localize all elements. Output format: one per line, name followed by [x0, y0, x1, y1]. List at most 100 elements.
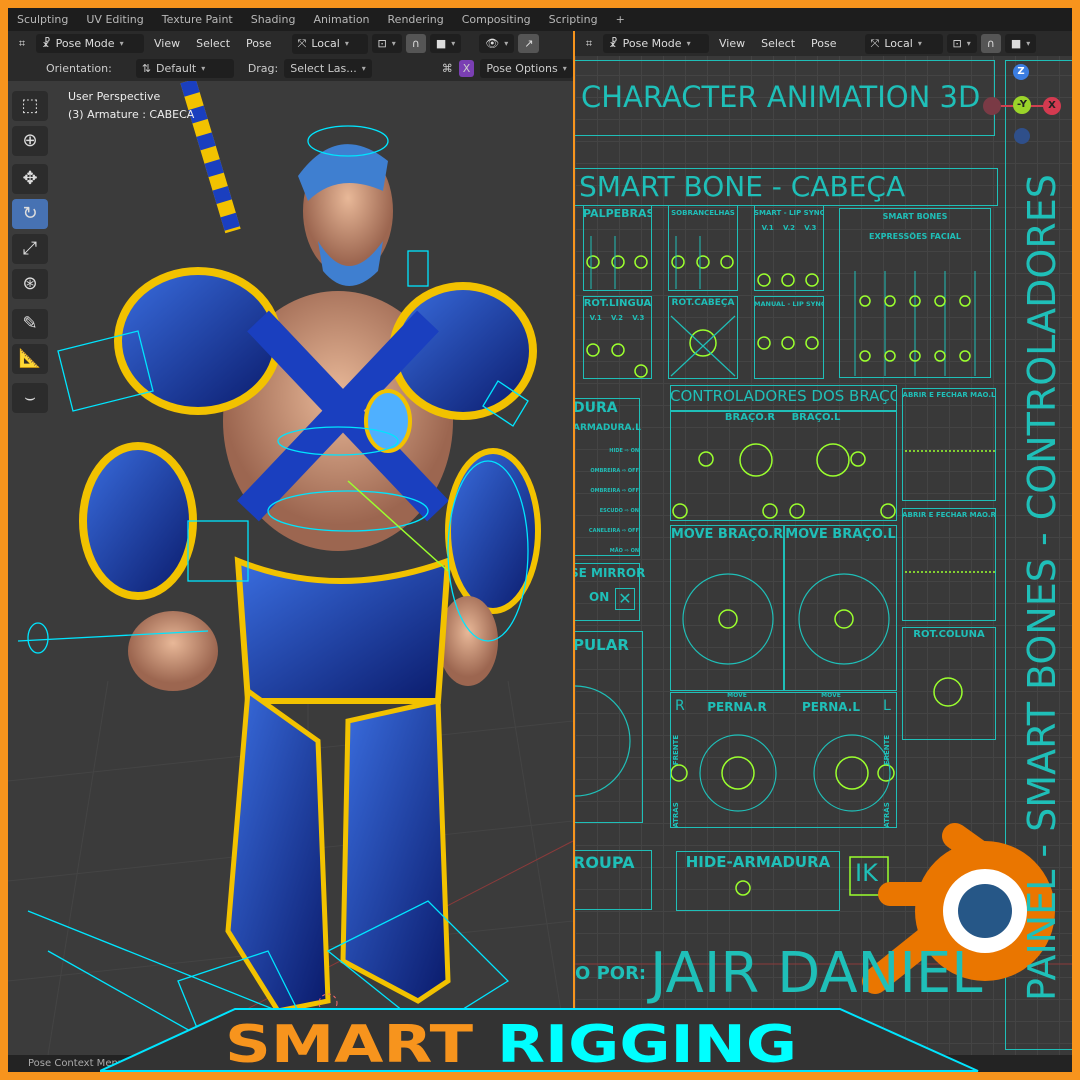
- braco-l-label: BRAÇO.L: [791, 412, 841, 423]
- relax-pose-icon[interactable]: ⌣: [12, 383, 48, 413]
- editor-type-icon[interactable]: ⌗: [579, 37, 599, 51]
- tab-compositing[interactable]: Compositing: [453, 13, 540, 26]
- pivot-dropdown[interactable]: ⊡ ▾: [946, 34, 977, 53]
- pivot-dropdown[interactable]: ⊡ ▾: [371, 34, 402, 53]
- bracos-box[interactable]: [670, 411, 897, 521]
- toggle-item[interactable]: MÃO ⇨ ON: [583, 541, 639, 561]
- roupa-label: ROUPA: [575, 853, 635, 872]
- gizmo-neg-x[interactable]: [983, 97, 1001, 115]
- menu-pose[interactable]: Pose: [805, 37, 842, 50]
- proportional-dropdown[interactable]: ■ ▾: [429, 34, 462, 53]
- panel-title: CHARACTER ANIMATION 3D: [581, 80, 981, 114]
- mode-label: Pose Mode: [55, 37, 115, 50]
- braco-r-label: BRAÇO.R: [724, 412, 776, 423]
- mao-r-box[interactable]: [902, 508, 996, 621]
- mode-dropdown[interactable]: ☧ Pose Mode ▾: [603, 34, 709, 53]
- right-3d-viewport[interactable]: ⌗ ☧ Pose Mode ▾ View Select Pose ⤧ Local ▾ ⊡…: [575, 31, 1072, 1055]
- armadura-l-label: ARMADURA.L: [575, 423, 641, 433]
- pose-icon: ☧: [609, 37, 618, 50]
- menu-select[interactable]: Select: [190, 37, 236, 50]
- rot-coluna-label: ROT.COLUNA: [913, 629, 985, 640]
- workspace-tabs: Sculpting UV Editing Texture Paint Shadi…: [8, 8, 1072, 31]
- menu-pose[interactable]: Pose: [240, 37, 277, 50]
- menu-view[interactable]: View: [713, 37, 751, 50]
- mirror-close-icon[interactable]: ✕: [615, 588, 635, 610]
- tab-uv-editing[interactable]: UV Editing: [77, 13, 152, 26]
- frente-l-label: FRENTE: [883, 734, 892, 766]
- tool-settings-bar: Orientation: ⇅ Default ▾ Drag: Select Las.…: [8, 56, 573, 81]
- credit-label: O POR:: [575, 963, 647, 984]
- gizmo-neg-y[interactable]: -Y: [1013, 96, 1031, 114]
- rotate-icon[interactable]: ↻: [12, 199, 48, 229]
- tab-rendering[interactable]: Rendering: [379, 13, 453, 26]
- gizmo-z[interactable]: Z: [1013, 64, 1029, 80]
- character-body: [79, 81, 541, 1014]
- orientation-dropdown[interactable]: ⇅ Default ▾: [135, 59, 234, 78]
- chevron-down-icon: ▾: [201, 64, 206, 73]
- drag-dropdown[interactable]: Select Las... ▾: [284, 59, 372, 78]
- move-braco-r-box[interactable]: [670, 525, 784, 691]
- pose-options-label: Pose Options: [486, 62, 558, 75]
- cursor-icon[interactable]: ⊕: [12, 126, 48, 156]
- chevron-down-icon: ▾: [361, 64, 366, 73]
- move-perna-r-small: MOVE: [727, 692, 747, 699]
- visibility-dropdown[interactable]: 👁 ▾: [479, 34, 515, 53]
- tab-shading[interactable]: Shading: [242, 13, 305, 26]
- armadura-title: DURA: [575, 400, 618, 416]
- toggle-item[interactable]: OMBREIRA ⇨ OFF: [583, 461, 639, 481]
- transform-label: Local: [311, 37, 340, 50]
- proportional-dropdown[interactable]: ■ ▾: [1004, 34, 1037, 53]
- smart-rigging-banner: SMART RIGGING: [100, 1008, 979, 1073]
- orientation-value: Default: [156, 62, 197, 75]
- frente-r-label: FRENTE: [672, 734, 681, 766]
- pose-options-dropdown[interactable]: Pose Options ▾: [480, 59, 573, 78]
- mode-dropdown[interactable]: ☧ Pose Mode ▾: [36, 34, 144, 53]
- left-3d-viewport[interactable]: ⌗ ☧ Pose Mode ▾ View Select Pose ⤧ Local ▾ ⊡…: [8, 31, 573, 1055]
- gizmo-toggle[interactable]: ↗: [518, 34, 540, 53]
- left-viewport-header: ⌗ ☧ Pose Mode ▾ View Select Pose ⤧ Local ▾ ⊡…: [8, 31, 573, 56]
- gizmo-x[interactable]: X: [1043, 97, 1061, 115]
- pose-icon: ☧: [42, 37, 51, 50]
- banner-word-smart: SMART: [225, 1015, 474, 1073]
- right-viewport-header: ⌗ ☧ Pose Mode ▾ View Select Pose ⤧ Local ▾ ⊡…: [575, 31, 1072, 56]
- snap-toggle[interactable]: ∩: [980, 34, 1001, 53]
- transform-icon[interactable]: ⊛: [12, 269, 48, 299]
- select-box-icon[interactable]: ⬚: [12, 91, 48, 121]
- toggle-item[interactable]: OMBREIRA ⇨ OFF: [583, 481, 639, 501]
- snap-toggle[interactable]: ∩: [405, 34, 426, 53]
- orientation-label: Orientation:: [46, 62, 112, 75]
- atras-r-label: ATRÁS: [671, 802, 680, 828]
- chevron-down-icon: ▾: [562, 64, 567, 73]
- tab-sculpting[interactable]: Sculpting: [8, 13, 77, 26]
- scale-icon[interactable]: ⤢: [12, 234, 48, 264]
- rot-coluna-box[interactable]: [902, 627, 996, 740]
- tab-animation[interactable]: Animation: [304, 13, 378, 26]
- tab-scripting[interactable]: Scripting: [540, 13, 607, 26]
- hide-armadura-label: HIDE-ARMADURA: [685, 853, 831, 871]
- move-perna-l-small: MOVE: [821, 692, 841, 699]
- measure-icon[interactable]: 📐: [12, 344, 48, 374]
- pular-box[interactable]: [575, 631, 643, 823]
- editor-type-icon[interactable]: ⌗: [12, 37, 32, 51]
- transform-pivot-dropdown[interactable]: ⤧ Local ▾: [291, 33, 368, 54]
- add-workspace-button[interactable]: +: [607, 13, 634, 26]
- menu-view[interactable]: View: [148, 37, 186, 50]
- perna-r-label: PERNA.R: [707, 700, 767, 714]
- move-icon[interactable]: ✥: [12, 164, 48, 194]
- mao-l-box[interactable]: [902, 388, 996, 501]
- x-mirror-toggle[interactable]: X: [458, 60, 475, 77]
- banner-word-rigging: RIGGING: [497, 1015, 797, 1073]
- annotate-icon[interactable]: ✎: [12, 309, 48, 339]
- toggle-item[interactable]: CANELEIRA ⇨ OFF: [583, 521, 639, 541]
- move-braco-l-box[interactable]: [784, 525, 897, 691]
- mirror-on-label: ON: [589, 590, 610, 604]
- character-rig-scene[interactable]: [8, 81, 573, 1055]
- menu-select[interactable]: Select: [755, 37, 801, 50]
- chevron-down-icon: ▾: [917, 39, 922, 48]
- tab-texture-paint[interactable]: Texture Paint: [153, 13, 242, 26]
- toggle-item[interactable]: HIDE ⇨ ON: [583, 441, 639, 461]
- gizmo-neg-z[interactable]: [1014, 128, 1030, 144]
- toggle-item[interactable]: ESCUDO ⇨ ON: [583, 501, 639, 521]
- transform-pivot-dropdown[interactable]: ⤧ Local ▾: [864, 33, 943, 54]
- mode-label: Pose Mode: [622, 37, 682, 50]
